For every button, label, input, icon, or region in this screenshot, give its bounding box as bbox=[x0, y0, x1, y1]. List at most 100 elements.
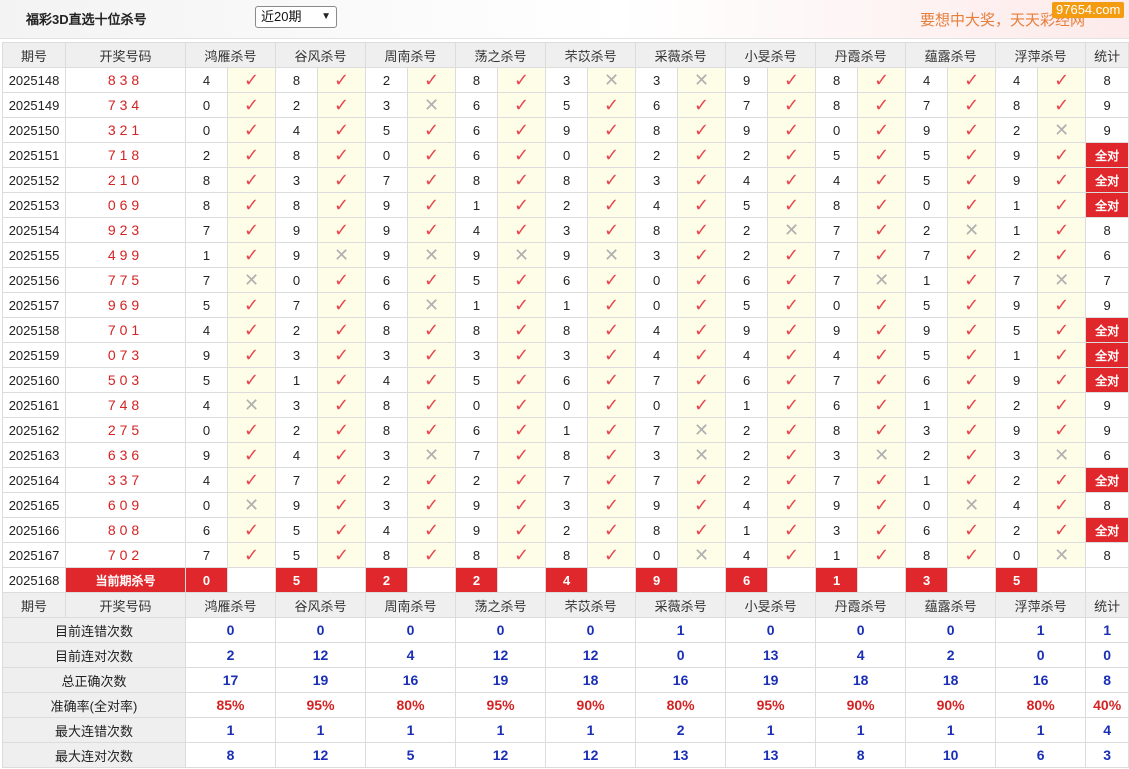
check-icon: ✓ bbox=[317, 517, 367, 543]
correct-count-cell: 7 bbox=[1085, 267, 1129, 293]
period-cell: 2025161 bbox=[2, 392, 66, 418]
check-icon: ✓ bbox=[857, 392, 907, 418]
column-header-expert: 鸿雁杀号 bbox=[184, 42, 277, 68]
kill-pick-cell: 8 bbox=[545, 542, 589, 568]
check-icon: ✓ bbox=[767, 467, 817, 493]
check-icon: ✓ bbox=[1037, 517, 1087, 543]
check-icon: ✓ bbox=[947, 367, 997, 393]
column-header-expert: 周南杀号 bbox=[365, 42, 457, 68]
period-cell: 2025158 bbox=[2, 317, 66, 343]
check-icon: ✓ bbox=[226, 542, 277, 568]
kill-pick-cell: 9 bbox=[275, 492, 319, 518]
kill-pick-cell: 0 bbox=[545, 392, 589, 418]
check-icon: ✓ bbox=[317, 367, 367, 393]
kill-pick-cell: 2 bbox=[905, 442, 949, 468]
draw-number-cell: 275 bbox=[65, 417, 186, 443]
stat-value: 1 bbox=[275, 717, 367, 743]
chevron-down-icon: ▼ bbox=[321, 11, 331, 22]
draw-number-cell: 499 bbox=[65, 242, 186, 268]
kill-pick-cell: 9 bbox=[545, 117, 589, 143]
empty-cell bbox=[947, 567, 997, 593]
check-icon: ✓ bbox=[497, 217, 547, 243]
kill-pick-cell: 5 bbox=[815, 142, 859, 168]
kill-pick-cell: 9 bbox=[275, 217, 319, 243]
all-correct-badge: 全对 bbox=[1085, 342, 1129, 368]
kill-pick-cell: 0 bbox=[275, 267, 319, 293]
current-kill-number: 1 bbox=[815, 567, 859, 593]
kill-pick-cell: 6 bbox=[905, 367, 949, 393]
page-title: 福彩3D直选十位杀号 bbox=[26, 12, 147, 27]
check-icon: ✓ bbox=[947, 192, 997, 218]
stat-value: 16 bbox=[995, 667, 1087, 693]
correct-count-cell: 8 bbox=[1085, 67, 1129, 93]
check-icon: ✓ bbox=[226, 117, 277, 143]
kill-pick-cell: 3 bbox=[545, 492, 589, 518]
cross-icon: ✕ bbox=[1037, 267, 1087, 293]
stat-value: 1 bbox=[725, 717, 817, 743]
check-icon: ✓ bbox=[857, 292, 907, 318]
kill-pick-cell: 7 bbox=[815, 367, 859, 393]
check-icon: ✓ bbox=[767, 192, 817, 218]
kill-pick-cell: 3 bbox=[635, 67, 679, 93]
table-row: 2025160 503 5 ✓ 1 ✓ 4 ✓ 5 ✓ 6 ✓ 7 ✓ 6 ✓ 7 ✓ 6 ✓ 9 ✓ 全对 bbox=[2, 367, 1129, 393]
kill-pick-cell: 3 bbox=[275, 342, 319, 368]
kill-pick-cell: 7 bbox=[635, 467, 679, 493]
column-header-expert: 小旻杀号 bbox=[725, 592, 817, 618]
check-icon: ✓ bbox=[317, 167, 367, 193]
kill-pick-cell: 9 bbox=[275, 242, 319, 268]
check-icon: ✓ bbox=[587, 92, 637, 118]
check-icon: ✓ bbox=[407, 542, 457, 568]
column-header-expert: 蕴露杀号 bbox=[905, 592, 997, 618]
stat-value: 0 bbox=[725, 617, 817, 643]
empty-cell bbox=[497, 567, 547, 593]
check-icon: ✓ bbox=[1037, 367, 1087, 393]
table-row: 2025166 808 6 ✓ 5 ✓ 4 ✓ 9 ✓ 2 ✓ 8 ✓ 1 ✓ 3 ✓ 6 ✓ 2 ✓ 全对 bbox=[2, 517, 1129, 543]
check-icon: ✓ bbox=[767, 242, 817, 268]
kill-pick-cell: 8 bbox=[455, 167, 499, 193]
kill-pick-cell: 9 bbox=[815, 492, 859, 518]
period-cell: 2025166 bbox=[2, 517, 66, 543]
check-icon: ✓ bbox=[767, 542, 817, 568]
correct-count-cell: 8 bbox=[1085, 217, 1129, 243]
check-icon: ✓ bbox=[226, 142, 277, 168]
empty-cell bbox=[226, 567, 277, 593]
kill-pick-cell: 8 bbox=[365, 317, 409, 343]
check-icon: ✓ bbox=[497, 292, 547, 318]
column-header-expert: 采薇杀号 bbox=[635, 42, 727, 68]
period-cell: 2025165 bbox=[2, 492, 66, 518]
check-icon: ✓ bbox=[947, 167, 997, 193]
kill-pick-cell: 1 bbox=[545, 417, 589, 443]
correct-count-cell: 8 bbox=[1085, 492, 1129, 518]
kill-pick-cell: 9 bbox=[365, 217, 409, 243]
column-header-expert: 丹霞杀号 bbox=[815, 42, 907, 68]
kill-pick-cell: 8 bbox=[275, 67, 319, 93]
kill-number-table: 期号 开奖号码 鸿雁杀号 谷风杀号 周南杀号 荡之杀号 芣苡杀号 采薇杀号 小旻杀号 丹霞杀号 蕴露… bbox=[2, 42, 1129, 768]
check-icon: ✓ bbox=[226, 342, 277, 368]
kill-pick-cell: 3 bbox=[545, 342, 589, 368]
kill-pick-cell: 3 bbox=[815, 517, 859, 543]
kill-pick-cell: 6 bbox=[455, 417, 499, 443]
kill-pick-cell: 8 bbox=[815, 417, 859, 443]
kill-pick-cell: 2 bbox=[635, 142, 679, 168]
kill-pick-cell: 0 bbox=[815, 117, 859, 143]
period-range-select[interactable]: 近20期 ▼ bbox=[255, 6, 337, 28]
stat-value: 0 bbox=[635, 642, 727, 668]
kill-pick-cell: 8 bbox=[635, 517, 679, 543]
check-icon: ✓ bbox=[587, 442, 637, 468]
kill-pick-cell: 7 bbox=[455, 442, 499, 468]
check-icon: ✓ bbox=[317, 217, 367, 243]
column-header-draw: 开奖号码 bbox=[65, 42, 186, 68]
check-icon: ✓ bbox=[407, 167, 457, 193]
kill-pick-cell: 0 bbox=[545, 142, 589, 168]
check-icon: ✓ bbox=[587, 117, 637, 143]
current-kill-number: 3 bbox=[905, 567, 949, 593]
check-icon: ✓ bbox=[677, 492, 727, 518]
check-icon: ✓ bbox=[226, 192, 277, 218]
draw-number-cell: 775 bbox=[65, 267, 186, 293]
period-cell: 2025160 bbox=[2, 367, 66, 393]
kill-pick-cell: 4 bbox=[725, 342, 769, 368]
draw-number-cell: 503 bbox=[65, 367, 186, 393]
check-icon: ✓ bbox=[767, 67, 817, 93]
correct-count-cell: 9 bbox=[1085, 117, 1129, 143]
check-icon: ✓ bbox=[947, 267, 997, 293]
